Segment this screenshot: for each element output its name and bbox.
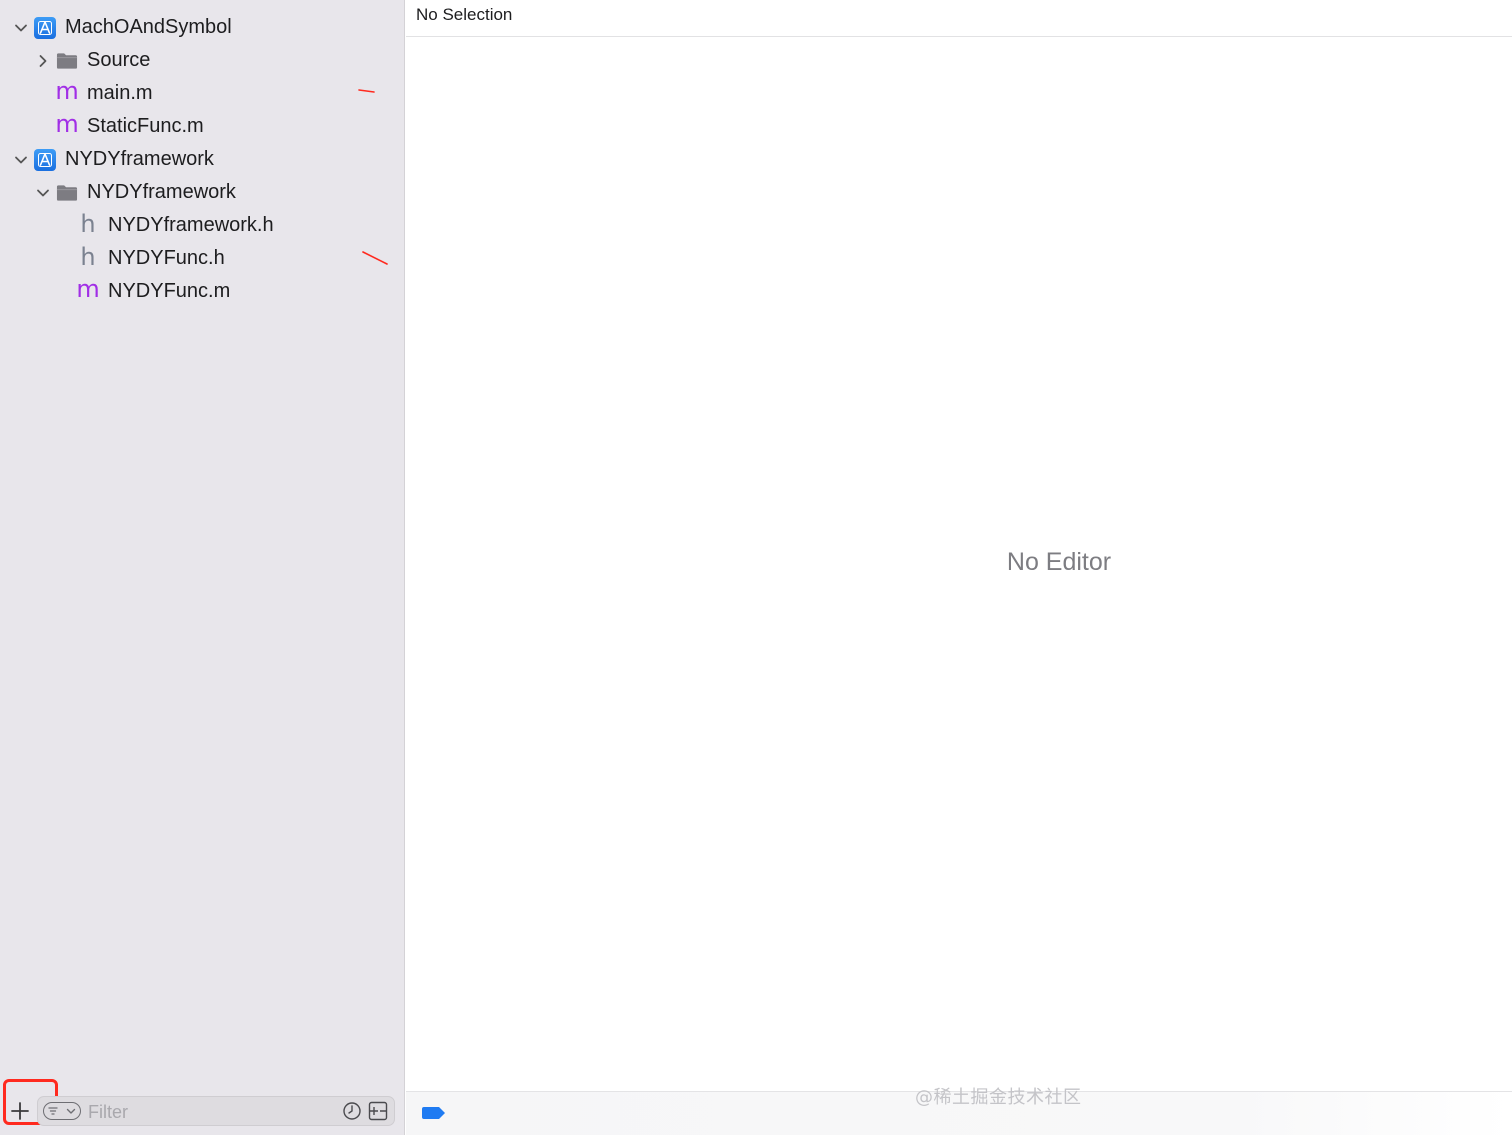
project-navigator: MachOAndSymbol Source m main.m m StaticF… xyxy=(0,0,405,1135)
h-file-icon: h xyxy=(80,243,96,271)
tree-row-label: StaticFunc.m xyxy=(87,115,204,137)
tree-row-label: MachOAndSymbol xyxy=(65,16,232,38)
tree-row-source-folder[interactable]: Source xyxy=(0,44,405,77)
m-file-icon: m xyxy=(76,274,100,303)
filter-field xyxy=(37,1096,395,1126)
tree-row-machoandsymbol[interactable]: MachOAndSymbol xyxy=(0,11,405,44)
xcode-project-icon xyxy=(34,16,56,39)
xcode-project-icon xyxy=(34,148,56,171)
filter-input[interactable] xyxy=(86,1100,330,1124)
m-file-icon: m xyxy=(55,76,79,105)
chevron-down-icon[interactable] xyxy=(34,184,52,202)
tree-row-nydyframework-project[interactable]: NYDYframework xyxy=(0,143,405,176)
annotation-arrow-mark xyxy=(358,89,375,93)
chevron-down-icon[interactable] xyxy=(12,19,30,37)
xcode-window: MachOAndSymbol Source m main.m m StaticF… xyxy=(0,0,1512,1135)
plus-icon[interactable] xyxy=(9,1100,31,1122)
tree-row-label: NYDYframework xyxy=(87,181,236,203)
folder-icon xyxy=(56,50,78,72)
folder-icon xyxy=(56,182,78,204)
editor-area: No Selection No Editor xyxy=(406,0,1512,1135)
navigator-filter-bar xyxy=(0,1079,405,1130)
jump-bar[interactable]: No Selection xyxy=(406,0,1512,37)
jump-bar-title: No Selection xyxy=(416,5,513,24)
tree-row-nydyfunc-h[interactable]: h NYDYFunc.h xyxy=(0,242,405,275)
chevron-down-icon[interactable] xyxy=(12,151,30,169)
file-tree: MachOAndSymbol Source m main.m m StaticF… xyxy=(0,11,405,308)
filter-options-icon[interactable] xyxy=(43,1102,81,1120)
tree-row-main-m[interactable]: m main.m xyxy=(0,77,405,110)
tree-row-staticfunc-m[interactable]: m StaticFunc.m xyxy=(0,110,405,143)
annotation-arrow-mark xyxy=(362,251,388,265)
m-file-icon: m xyxy=(55,109,79,138)
h-file-icon: h xyxy=(80,210,96,238)
tree-row-label: NYDYframework xyxy=(65,148,214,170)
chevron-right-icon[interactable] xyxy=(34,52,52,70)
tree-row-nydyframework-folder[interactable]: NYDYframework xyxy=(0,176,405,209)
tree-row-label: Source xyxy=(87,49,151,71)
source-control-icon[interactable] xyxy=(368,1101,388,1121)
tree-row-label: NYDYFunc.m xyxy=(108,280,231,302)
tree-row-label: NYDYFunc.h xyxy=(108,247,225,269)
tree-row-nydyfunc-m[interactable]: m NYDYFunc.m xyxy=(0,275,405,308)
clock-icon[interactable] xyxy=(342,1101,362,1121)
tree-row-label: NYDYframework.h xyxy=(108,214,274,236)
no-editor-placeholder: No Editor xyxy=(1006,548,1112,576)
breakpoint-toggle-icon[interactable] xyxy=(422,1106,446,1120)
tree-row-label: main.m xyxy=(87,82,153,104)
tree-row-nydyframework-h[interactable]: h NYDYframework.h xyxy=(0,209,405,242)
watermark-text: @稀土掘金技术社区 xyxy=(915,1087,1082,1108)
